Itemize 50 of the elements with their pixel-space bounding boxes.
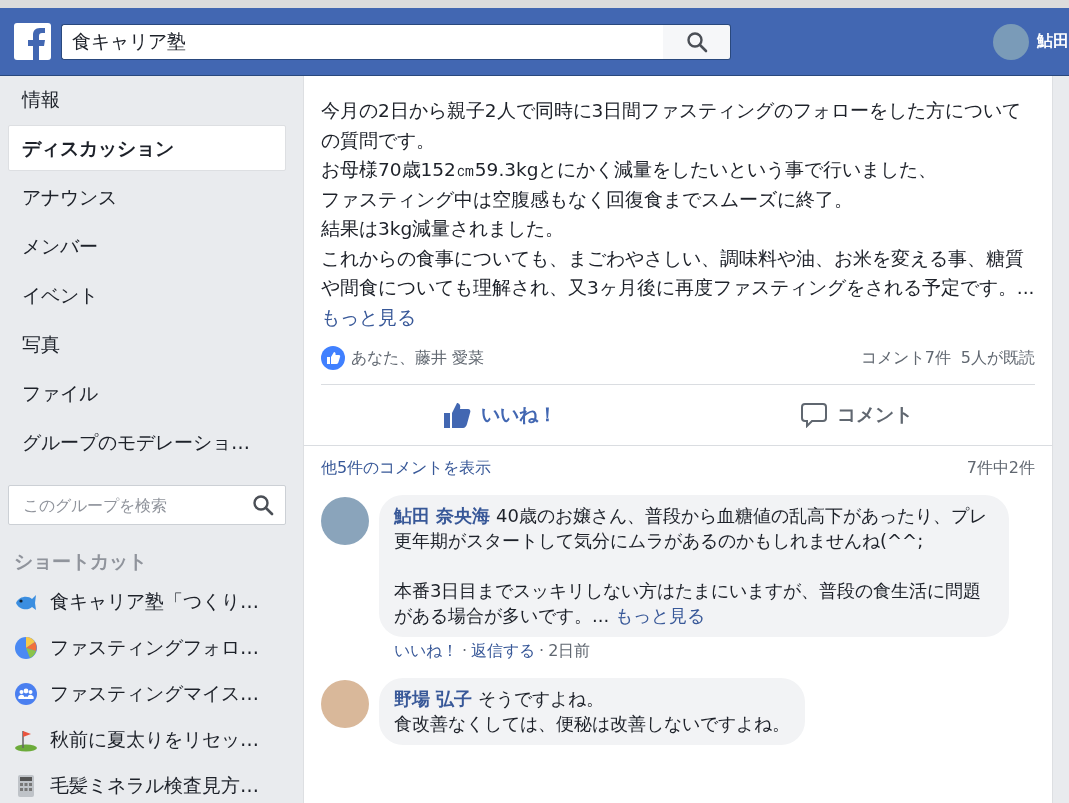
comment-author[interactable]: 野場 弘子 [394, 688, 473, 709]
pie-chart-icon [14, 636, 38, 660]
golf-flag-icon [14, 728, 38, 752]
sidebar-item[interactable]: イベント [8, 272, 286, 318]
post-text: 結果は3kg減量されました。 [321, 217, 566, 241]
search-icon[interactable] [252, 494, 274, 516]
user-name[interactable]: 鮎田 [1037, 31, 1069, 52]
post-text: 今月の2日から親子2人で同時に3日間ファスティングのフォローをした方についての質問です。 [321, 99, 1023, 153]
logo-icon[interactable] [14, 23, 51, 60]
like-button[interactable]: いいね！ [321, 385, 678, 445]
shortcut-link[interactable]: 食キャリア塾「つくり… [50, 589, 259, 615]
shortcuts-heading: ショートカット [14, 549, 148, 574]
shortcut-link[interactable]: 秋前に夏太りをリセッ… [50, 727, 259, 753]
comment-button[interactable]: コメント [678, 385, 1035, 445]
shortcut-link[interactable]: 毛髪ミネラル検査見方… [50, 773, 259, 799]
comment-range: 7件中2件 [966, 458, 1035, 479]
separator-dot: · [539, 641, 545, 662]
shortcut-link[interactable]: ファスティングフォロ… [50, 635, 259, 661]
like-icon [321, 346, 345, 370]
speech-bubble-icon [800, 402, 827, 428]
group-icon [14, 682, 38, 706]
post-text: ファスティング中は空腹感もなく回復食までスムーズに終了。 [321, 187, 854, 212]
post-text: これからの食事についても、まごわやさしい、調味料や油、お米を変える事、糖質や間食についても理解され、又3ヶ月後に再度ファスティングをされる予定です。... もっと見る [321, 246, 1035, 330]
comment-text: 野場 弘子 そうですよね。 [394, 687, 605, 711]
see-more-link[interactable]: もっと見る [614, 605, 705, 626]
shortcut-link[interactable]: ファスティングマイス… [50, 681, 259, 707]
thumbs-up-icon [442, 402, 471, 428]
comment-author[interactable]: 鮎田 奈央海 [394, 505, 491, 526]
comment-count[interactable]: コメント7件 [860, 347, 951, 369]
comment-action-link[interactable]: 返信する [471, 641, 536, 662]
seen-count[interactable]: 5人が既読 [960, 347, 1035, 369]
comment-text: 鮎田 奈央海 40歳のお嬢さん、普段から血糖値の乱高下があったり、プレ更年期がスタートして気分にムラがあるのかもしれませんね(^^; [394, 504, 988, 553]
comment-text: 食改善なくしては、便秘は改善しないですよね。 [394, 712, 790, 736]
sidebar-item[interactable]: 写真 [8, 321, 286, 367]
sidebar-item[interactable]: ファイル [8, 370, 286, 416]
comment-action-link[interactable]: いいね！ [394, 641, 458, 662]
sidebar-item[interactable]: アナウンス [8, 174, 286, 220]
group-search-field[interactable]: このグループを検索 [8, 485, 286, 525]
sidebar-item[interactable]: 情報 [8, 76, 286, 122]
comment-text: 本番3日目までスッキリしない方はたまにいますが、普段の食生活に問題がある場合が多いです。... もっと見る [394, 579, 983, 628]
comment-time: 2日前 [548, 641, 591, 662]
sidebar-item[interactable]: グループのモデレーショ… [8, 419, 286, 465]
likers-text[interactable]: あなた、藤井 愛菜 [351, 347, 485, 369]
sidebar-item[interactable]: ディスカッション [8, 125, 286, 171]
see-more-link[interactable]: もっと見る [321, 306, 416, 328]
commenter-avatar[interactable] [321, 497, 369, 545]
separator-dot: · [462, 641, 468, 662]
sidebar-item[interactable]: メンバー [8, 223, 286, 269]
show-more-comments-link[interactable]: 他5件のコメントを表示 [321, 458, 492, 479]
post-text: お母様70歳152㎝59.3kgとにかく減量をしたいという事で行いました、 [321, 158, 939, 182]
